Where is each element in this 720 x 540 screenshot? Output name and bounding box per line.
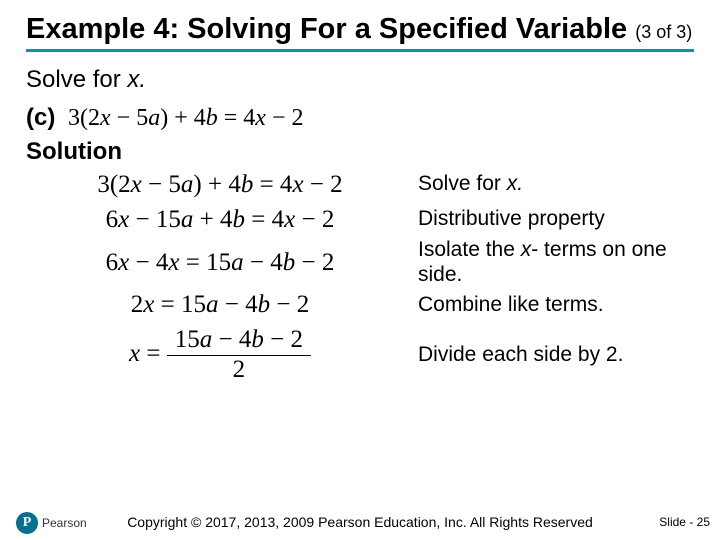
- step-row: 6x − 4x = 15a − 4b − 2 Isolate the x- te…: [26, 238, 694, 288]
- eq-seg: 3(2: [68, 105, 100, 131]
- step-equation: x = 15a − 4b − 22: [26, 323, 414, 388]
- step-equation: 3(2x − 5a) + 4b = 4x − 2: [26, 168, 414, 202]
- solution-label: Solution: [26, 138, 694, 166]
- part-equation: 3(2x − 5a) + 4b = 4x − 2: [68, 105, 303, 131]
- slide-number: Slide - 25: [659, 515, 710, 529]
- eq-seg: = 4: [218, 105, 256, 131]
- slide: Example 4: Solving For a Specified Varia…: [0, 0, 720, 540]
- solution-steps: 3(2x − 5a) + 4b = 4x − 2 Solve for x. 6x…: [26, 168, 694, 388]
- step-equation: 6x − 4x = 15a − 4b − 2: [26, 246, 414, 280]
- prompt-prefix: Solve for: [26, 66, 127, 93]
- step-explain: Solve for x.: [414, 172, 694, 197]
- part-line: (c) 3(2x − 5a) + 4b = 4x − 2: [26, 104, 694, 132]
- copyright: Copyright © 2017, 2013, 2009 Pearson Edu…: [127, 514, 593, 530]
- step-equation: 2x = 15a − 4b − 2: [26, 288, 414, 322]
- title-main: Example 4: Solving For a Specified Varia…: [26, 13, 627, 45]
- eq-seg: − 5: [111, 105, 149, 131]
- step-row: 6x − 15a + 4b = 4x − 2 Distributive prop…: [26, 203, 694, 237]
- title-pager: (3 of 3): [635, 22, 692, 42]
- step-explain: Combine like terms.: [414, 293, 694, 318]
- eq-var: x: [255, 105, 266, 131]
- eq-seg: − 2: [266, 105, 304, 131]
- eq-seg: ) + 4: [160, 105, 206, 131]
- eq-var: a: [148, 105, 160, 131]
- step-explain: Distributive property: [414, 207, 694, 232]
- step-explain: Divide each side by 2.: [414, 343, 694, 368]
- part-label: (c): [26, 104, 55, 131]
- eq-var: b: [206, 105, 218, 131]
- prompt: Solve for x.: [26, 66, 694, 94]
- step-explain: Isolate the x- terms on one side.: [414, 238, 694, 288]
- prompt-var: x.: [127, 66, 146, 93]
- step-equation: 6x − 15a + 4b = 4x − 2: [26, 203, 414, 237]
- eq-var: x: [100, 105, 111, 131]
- footer: Copyright © 2017, 2013, 2009 Pearson Edu…: [0, 514, 720, 530]
- step-row: 3(2x − 5a) + 4b = 4x − 2 Solve for x.: [26, 168, 694, 202]
- slide-title: Example 4: Solving For a Specified Varia…: [26, 12, 694, 52]
- step-row: x = 15a − 4b − 22 Divide each side by 2.: [26, 323, 694, 388]
- step-row: 2x = 15a − 4b − 2 Combine like terms.: [26, 288, 694, 322]
